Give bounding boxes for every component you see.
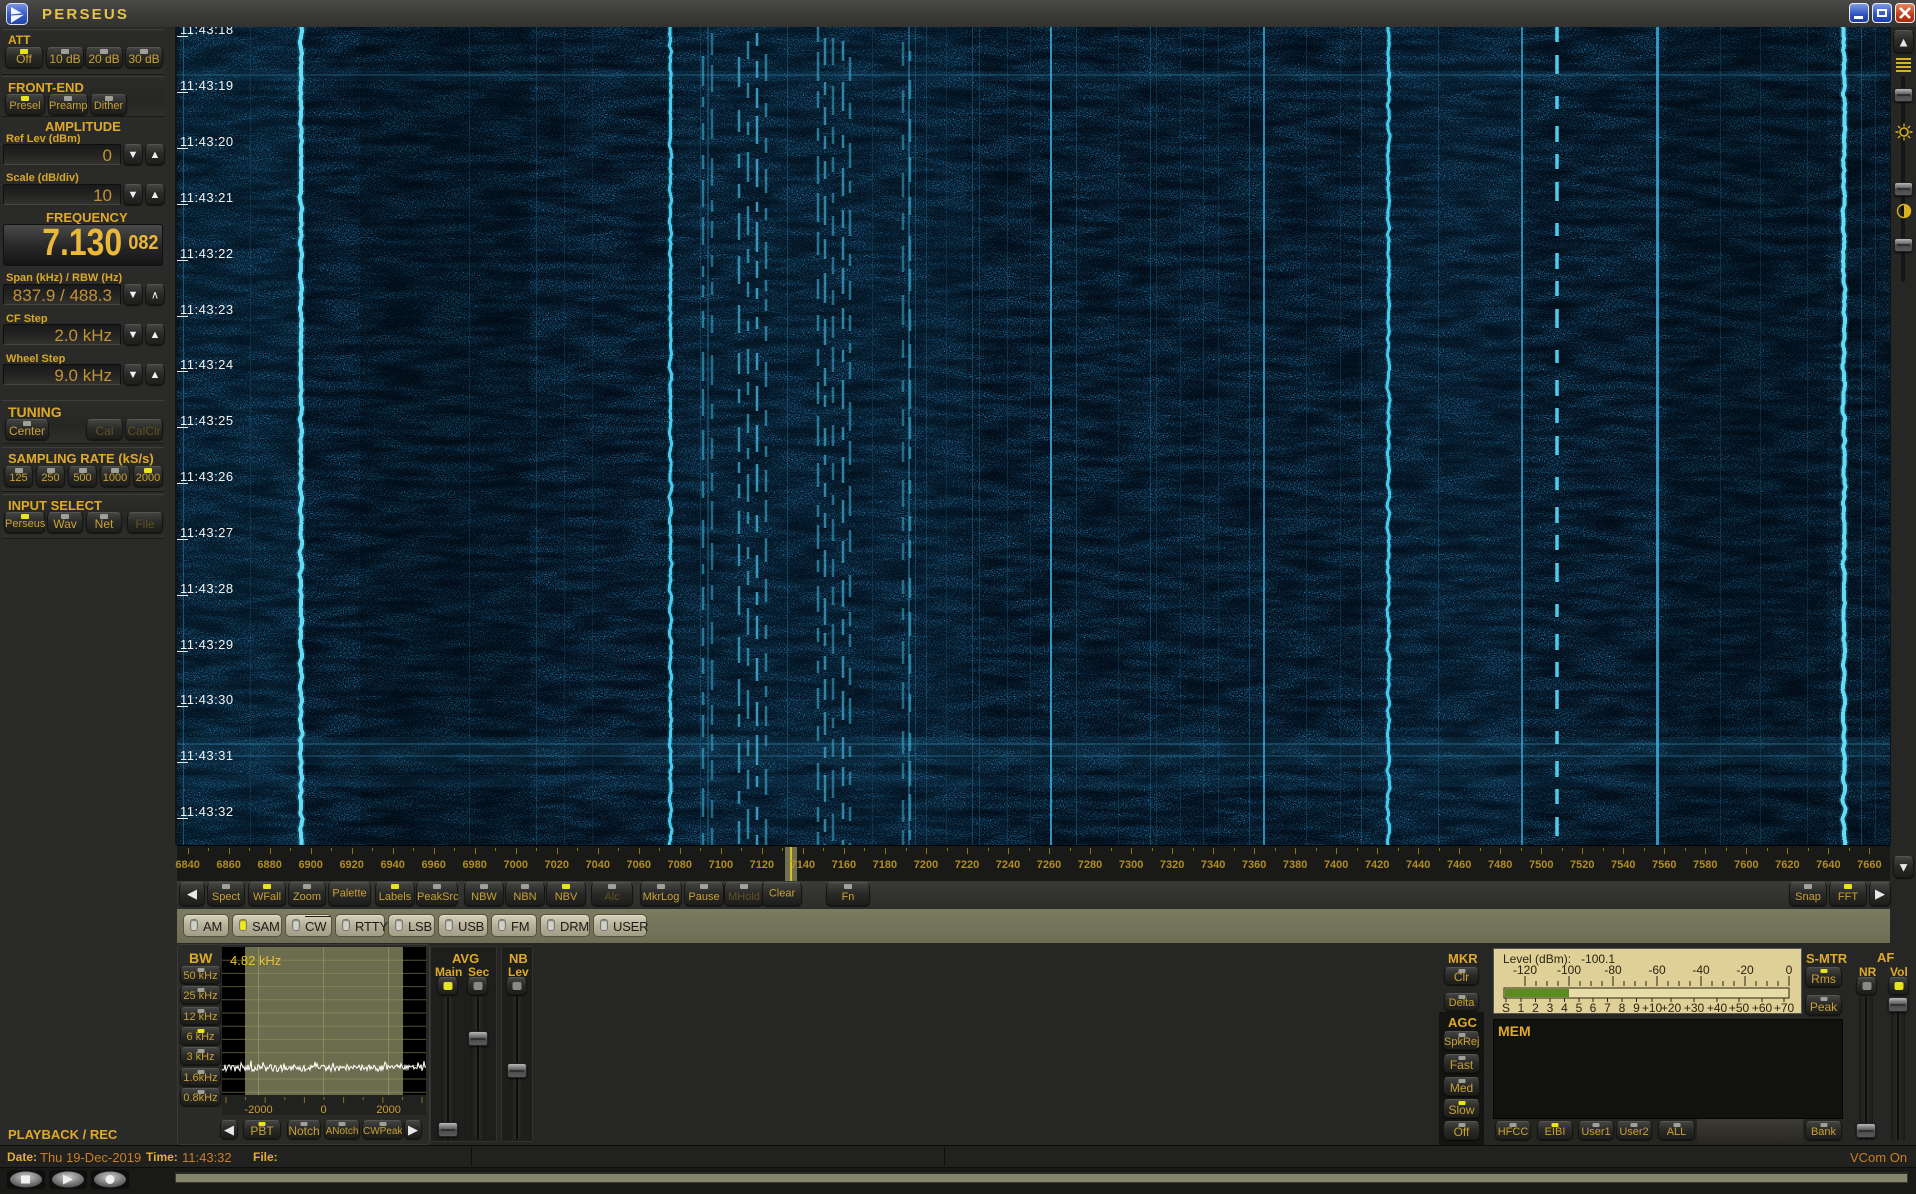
- svg-text:4: 4: [1561, 1001, 1568, 1014]
- svg-text:+70: +70: [1774, 1001, 1795, 1014]
- svg-text:3: 3: [1547, 1001, 1554, 1014]
- svg-text:+60: +60: [1752, 1001, 1773, 1014]
- svg-text:4.82 kHz: 4.82 kHz: [230, 953, 281, 968]
- svg-text:-2000: -2000: [244, 1104, 272, 1115]
- svg-text:0: 0: [1786, 963, 1793, 977]
- svg-text:+10: +10: [1642, 1001, 1663, 1014]
- svg-text:+40: +40: [1707, 1001, 1728, 1014]
- svg-text:5: 5: [1576, 1001, 1583, 1014]
- svg-text:-20: -20: [1736, 963, 1754, 977]
- svg-text:-100: -100: [1557, 963, 1581, 977]
- svg-text:+30: +30: [1684, 1001, 1705, 1014]
- svg-text:+50: +50: [1729, 1001, 1750, 1014]
- svg-text:-40: -40: [1692, 963, 1710, 977]
- svg-text:8: 8: [1619, 1001, 1626, 1014]
- svg-text:1: 1: [1518, 1001, 1525, 1014]
- svg-text:-120: -120: [1513, 963, 1537, 977]
- svg-text:2: 2: [1532, 1001, 1539, 1014]
- svg-text:+20: +20: [1661, 1001, 1682, 1014]
- svg-text:9: 9: [1633, 1001, 1640, 1014]
- svg-text:7: 7: [1604, 1001, 1611, 1014]
- svg-text:0: 0: [321, 1104, 327, 1115]
- svg-text:S: S: [1502, 1001, 1510, 1014]
- svg-text:-80: -80: [1604, 963, 1622, 977]
- svg-text:6: 6: [1590, 1001, 1597, 1014]
- svg-text:-60: -60: [1648, 963, 1666, 977]
- svg-text:2000: 2000: [376, 1104, 400, 1115]
